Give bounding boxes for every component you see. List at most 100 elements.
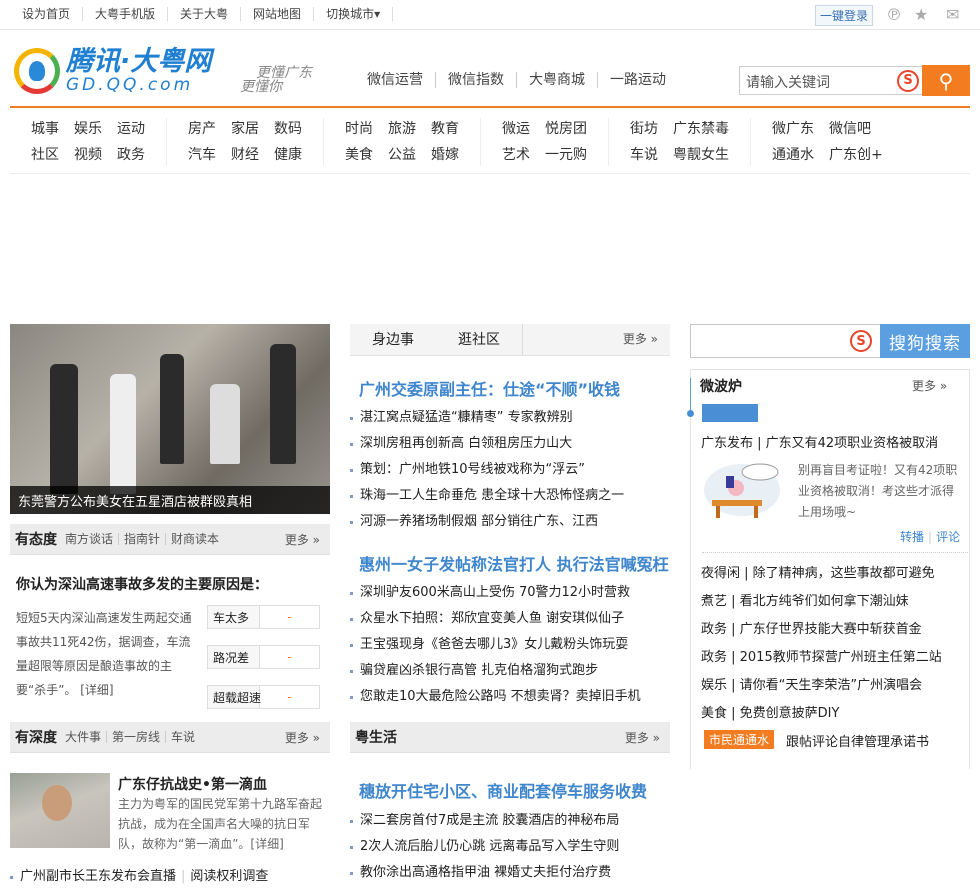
nav-item[interactable]: 粤靓女生 <box>673 144 729 166</box>
headline[interactable]: 广州交委原副主任：仕途“不顺”收钱 <box>359 376 620 400</box>
nav-item[interactable]: 微信吧 <box>829 118 883 140</box>
tab-community[interactable]: 逛社区 <box>436 324 522 355</box>
pin-icon[interactable]: ℗ <box>886 5 902 24</box>
header-link[interactable]: 一路运动 <box>598 72 678 88</box>
nav-item[interactable]: 数码 <box>274 118 302 140</box>
more-link[interactable]: 更多 » <box>625 729 660 746</box>
news-link[interactable]: 娱乐 | 请你看“天生李荣浩”广州演唱会 <box>701 674 922 693</box>
nav-item[interactable]: 汽车 <box>188 144 216 166</box>
sub-link[interactable]: 指南针 <box>118 533 165 545</box>
sub-link[interactable]: 大件事 <box>65 731 106 743</box>
poll-description[interactable]: 短短5天内深汕高速发生两起交通事故共11死42伤，据调查，车流量超限等原因是酿造… <box>16 606 194 702</box>
header-link[interactable]: 微信指数 <box>436 72 517 88</box>
nav-item[interactable]: 微运 <box>502 118 530 140</box>
mobile-link[interactable]: 大粤手机版 <box>83 7 169 21</box>
more-link[interactable]: 更多 » <box>522 324 670 355</box>
about-link[interactable]: 关于大粤 <box>168 7 242 21</box>
more-link[interactable]: 更多 » <box>912 377 947 394</box>
news-link[interactable]: 河源一养猪场制假烟 部分销往广东、江西 <box>350 509 624 535</box>
nav-item[interactable]: 艺术 <box>502 144 530 166</box>
nav-item[interactable]: 社区 <box>31 144 59 166</box>
nav-item[interactable]: 街坊 <box>630 118 658 140</box>
nav-item[interactable]: 旅游 <box>388 118 416 140</box>
one-click-login-button[interactable]: 一键登录 <box>815 5 874 26</box>
nav-item[interactable]: 车说 <box>630 144 658 166</box>
nav-item[interactable]: 视频 <box>74 144 102 166</box>
nav-item[interactable]: 家居 <box>231 118 259 140</box>
news-link[interactable]: 广州副市长王东发布会直播 <box>20 869 176 884</box>
nav-item[interactable]: 房产 <box>188 118 216 140</box>
headline-photo[interactable]: 东莞警方公布美女在五星酒店被群殴真相 <box>10 324 330 514</box>
story-photo[interactable] <box>10 773 110 848</box>
switch-city-dropdown[interactable]: 切换城市▾ <box>314 7 394 21</box>
nav-item[interactable]: 运动 <box>117 118 145 140</box>
nav-item[interactable]: 婚嫁 <box>431 144 459 166</box>
poll-option[interactable]: 车太多 - <box>207 605 320 629</box>
news-link[interactable]: 骗贷雇凶杀银行高管 扎克伯格溜狗式跑步 <box>350 658 641 684</box>
news-link[interactable]: 深圳房租再创新高 白领租房压力山大 <box>350 431 624 457</box>
tab-nearby[interactable]: 身边事 <box>350 324 436 355</box>
comment-link[interactable]: 评论 <box>936 530 960 544</box>
news-link[interactable]: 跟帖评论自律管理承诺书 <box>786 731 929 750</box>
star-icon[interactable]: ★ <box>914 5 928 24</box>
nav-item[interactable]: 广东禁毒 <box>673 118 729 140</box>
nav-item[interactable]: 广东创+ <box>829 144 883 166</box>
site-logo[interactable]: 腾讯·大粤网 GD.QQ.com <box>14 48 211 94</box>
news-link[interactable]: 煮艺 | 看北方纯爷们如何拿下潮汕妹 <box>701 590 909 609</box>
nav-item[interactable]: 政务 <box>117 144 145 166</box>
nav-group: 街坊 广东禁毒 车说 粤靓女生 <box>609 118 751 166</box>
sogou-search-button[interactable]: 搜狗搜索 <box>880 324 970 358</box>
poll-option[interactable]: 超载超速 - <box>207 685 320 709</box>
search-button[interactable]: ⚲ <box>922 65 970 96</box>
news-link[interactable]: 深圳驴友600米高山上受伤 70警力12小时营救 <box>350 580 641 606</box>
news-list: 深二套房首付7成是主流 胶囊酒店的神秘布局 2次人流后胎儿仍心跳 远离毒品写入学生… <box>350 808 619 886</box>
repost-link[interactable]: 转播 <box>900 530 924 544</box>
news-link[interactable]: 政务 | 广东仔世界技能大赛中斩获首金 <box>701 618 922 637</box>
headline[interactable]: 惠州一女子发帖称法官打人 执行法官喊冤枉 <box>359 551 669 575</box>
header-link[interactable]: 大粤商城 <box>517 72 598 88</box>
news-link[interactable]: 众星水下拍照：郑欣宜变美人鱼 谢安琪似仙子 <box>350 606 641 632</box>
feature-title[interactable]: 广东发布 | 广东又有42项职业资格被取消 <box>701 432 938 451</box>
nav-item[interactable]: 教育 <box>431 118 459 140</box>
nav-item[interactable]: 悦房团 <box>545 118 587 140</box>
sub-link[interactable]: 车说 <box>165 731 200 743</box>
news-link[interactable]: 湛江窝点疑猛造“糠精枣” 专家教辨别 <box>350 405 624 431</box>
nav-item[interactable]: 公益 <box>388 144 416 166</box>
nav-item[interactable]: 城事 <box>31 118 59 140</box>
sub-link[interactable]: 第一房线 <box>106 731 165 743</box>
header-link[interactable]: 微信运营 <box>355 72 436 88</box>
mail-icon[interactable]: ✉ <box>946 5 959 24</box>
sub-link[interactable]: 南方谈话 <box>65 533 118 545</box>
headline[interactable]: 穗放开住宅小区、商业配套停车服务收费 <box>359 778 647 802</box>
news-link[interactable]: 2次人流后胎儿仍心跳 远离毒品写入学生守则 <box>350 834 619 860</box>
nav-item[interactable]: 一元购 <box>545 144 587 166</box>
news-link[interactable]: 夜得闲 | 除了精神病，这些事故都可避免 <box>701 562 935 581</box>
news-link[interactable]: 您敢走10大最危险公路吗 不想卖肾？卖掉旧手机 <box>350 684 641 710</box>
more-link[interactable]: 更多 » <box>285 729 320 746</box>
nav-item[interactable]: 娱乐 <box>74 118 102 140</box>
news-link[interactable]: 美食 | 免费创意披萨DIY <box>701 702 839 721</box>
photo-caption[interactable]: 东莞警方公布美女在五星酒店被群殴真相 <box>10 486 330 514</box>
set-homepage-link[interactable]: 设为首页 <box>12 7 84 21</box>
news-link[interactable]: 策划：广州地铁10号线被戏称为“浮云” <box>350 457 624 483</box>
nav-item[interactable]: 健康 <box>274 144 302 166</box>
nav-item[interactable]: 通通水 <box>772 144 814 166</box>
news-link[interactable]: 珠海一工人生命垂危 患全球十大恐怖怪病之一 <box>350 483 624 509</box>
news-link[interactable]: 教你涂出高通格指甲油 裸婚丈夫拒付治疗费 <box>350 860 619 886</box>
search-input[interactable]: 请输入关键词 <box>739 66 894 95</box>
poll-option[interactable]: 路况差 - <box>207 645 320 669</box>
news-link[interactable]: 深二套房首付7成是主流 胶囊酒店的神秘布局 <box>350 808 619 834</box>
nav-item[interactable]: 微广东 <box>772 118 814 140</box>
nav-item[interactable]: 财经 <box>231 144 259 166</box>
cartoon-image[interactable] <box>702 460 782 520</box>
sitemap-link[interactable]: 网站地图 <box>241 7 315 21</box>
news-link[interactable]: 政务 | 2015教师节探营广州班主任第二站 <box>701 646 942 665</box>
news-link[interactable]: 王宝强现身《爸爸去哪儿3》女儿戴粉头饰玩耍 <box>350 632 641 658</box>
news-link[interactable]: 阅读权利调查 <box>190 869 268 884</box>
citizen-tag[interactable]: 市民通通水 <box>704 730 775 749</box>
story-title[interactable]: 广东仔抗战史•第一滴血 <box>118 774 267 794</box>
nav-item[interactable]: 时尚 <box>345 118 373 140</box>
nav-item[interactable]: 美食 <box>345 144 373 166</box>
sub-link[interactable]: 财商读本 <box>165 533 224 545</box>
more-link[interactable]: 更多 » <box>285 531 320 548</box>
